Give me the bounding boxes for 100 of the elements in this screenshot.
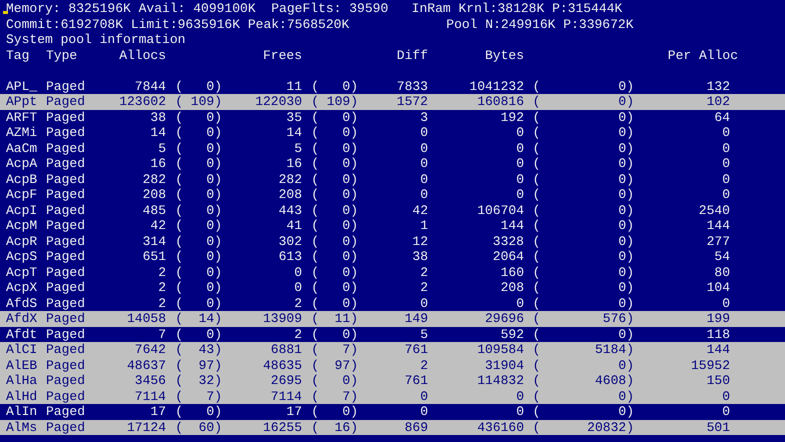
table-cell-text: 0 <box>293 280 302 296</box>
table-cell-text: 80 <box>713 264 730 280</box>
pool-status: Pool N:249916K P:339672K <box>446 16 634 32</box>
commit-status: Commit:6192708K Limit:9635916K Peak:7568520K <box>6 16 350 32</box>
table-cell-text: 5 <box>419 326 428 342</box>
table-cell-text: ( 60) <box>174 420 222 435</box>
table-cell-text: 132 <box>706 78 730 94</box>
table-cell-text: ( 0) <box>310 404 358 420</box>
table-cell-text: Paged <box>46 249 86 264</box>
table-cell-text: 0 <box>419 156 428 172</box>
table-cell-text: AZMi <box>6 125 38 140</box>
table-cell-text: ( 0) <box>532 94 634 110</box>
table-cell-text: Paged <box>46 78 86 94</box>
table-cell-text: 1 <box>419 218 428 234</box>
table-cell-text: 869 <box>404 420 428 435</box>
table-cell-text: ( 0) <box>174 110 222 125</box>
table-cell-text: 42 <box>149 218 166 234</box>
table-cell-text: 0 <box>419 388 428 404</box>
table-cell-text: ( 0) <box>532 156 634 172</box>
table-cell-text: ( 0) <box>174 296 222 311</box>
table-cell-text: APpt <box>6 94 38 110</box>
table-cell-text: 651 <box>142 249 166 264</box>
table-cell-text: 35 <box>285 110 302 125</box>
table-cell-text: 7844 <box>134 78 166 94</box>
table-cell-text: 0 <box>515 172 524 187</box>
table-cell-text: Paged <box>46 264 86 280</box>
table-cell-text: 0 <box>419 404 428 420</box>
table-cell-text: 106704 <box>476 202 524 218</box>
table-cell-text: 16 <box>149 156 166 172</box>
table-cell-text: 17 <box>285 404 302 420</box>
table-cell-text: AfdS <box>6 296 38 311</box>
table-cell-text: 208 <box>142 187 166 202</box>
table-cell-text: AlEB <box>6 358 38 373</box>
table-cell-text: Paged <box>46 234 86 249</box>
table-cell-text: ( 109) <box>310 94 358 110</box>
table-cell-text: Paged <box>46 94 86 110</box>
table-cell-text: 7642 <box>134 342 166 358</box>
table-cell-text: 0 <box>419 172 428 187</box>
column-header: Bytes <box>484 48 524 63</box>
cursor-icon <box>3 11 8 14</box>
table-cell-text: 17124 <box>126 420 166 435</box>
table-cell-text: Paged <box>46 202 86 218</box>
table-cell-text: ( 0) <box>532 280 634 296</box>
table-cell-text: AcpF <box>6 187 38 202</box>
table-cell-text: 64 <box>713 110 730 125</box>
table-cell-text: 149 <box>404 311 428 326</box>
table-cell-text: AcpT <box>6 264 38 280</box>
table-cell-text: 5 <box>157 140 166 156</box>
table-cell-text: AcpR <box>6 234 38 249</box>
table-cell-text: Paged <box>46 404 86 420</box>
table-cell-text: Afdt <box>6 326 38 342</box>
table-cell-text: Paged <box>46 187 86 202</box>
table-cell-text: 0 <box>419 125 428 140</box>
table-cell-text: 436160 <box>476 420 524 435</box>
table-cell-text: 0 <box>515 388 524 404</box>
table-cell-text: ( 0) <box>310 249 358 264</box>
table-cell-text: ( 0) <box>532 264 634 280</box>
table-cell-text: Paged <box>46 296 86 311</box>
table-cell-text: Paged <box>46 110 86 125</box>
table-cell-text: 0 <box>721 125 730 140</box>
table-cell-text: Paged <box>46 156 86 172</box>
table-cell-text: 2 <box>293 296 302 311</box>
table-cell-text: AaCm <box>6 140 38 156</box>
table-cell-text: AfdX <box>6 311 38 326</box>
table-cell-text: 15952 <box>690 358 730 373</box>
table-cell-text: ( 0) <box>532 218 634 234</box>
table-cell-text: 199 <box>706 311 730 326</box>
table-cell-text: ( 0) <box>174 218 222 234</box>
table-cell-text: 48637 <box>126 358 166 373</box>
table-cell-text: 7114 <box>134 388 166 404</box>
table-cell-text: 0 <box>721 187 730 202</box>
table-cell-text: AcpM <box>6 218 38 234</box>
table-cell-text: ( 0) <box>310 78 358 94</box>
table-cell-text: 11 <box>285 78 302 94</box>
table-cell-text: ( 0) <box>310 187 358 202</box>
table-cell-text: Paged <box>46 326 86 342</box>
table-cell-text: ( 0) <box>310 140 358 156</box>
table-cell-text: Paged <box>46 373 86 388</box>
table-cell-text: 31904 <box>484 358 524 373</box>
table-cell-text: 761 <box>404 373 428 388</box>
table-cell-text: 0 <box>721 156 730 172</box>
table-cell-text: ( 0) <box>532 187 634 202</box>
table-cell-text: 150 <box>706 373 730 388</box>
table-cell-text: ( 0) <box>532 140 634 156</box>
table-cell-text: 38 <box>411 249 428 264</box>
table-cell-text: 118 <box>706 326 730 342</box>
table-cell-text: 0 <box>721 296 730 311</box>
table-cell-text: 2 <box>419 280 428 296</box>
table-cell-text: 144 <box>706 342 730 358</box>
table-cell-text: ( 0) <box>532 326 634 342</box>
table-cell-text: 102 <box>706 94 730 110</box>
table-cell-text: 114832 <box>476 373 524 388</box>
table-cell-text: 5 <box>293 140 302 156</box>
table-cell-text: ( 0) <box>310 218 358 234</box>
table-cell-text: 277 <box>706 234 730 249</box>
table-cell-text: 0 <box>419 187 428 202</box>
table-cell-text: ( 5184) <box>532 342 634 358</box>
table-cell-text: 1041232 <box>468 78 524 94</box>
table-cell-text: 0 <box>515 125 524 140</box>
table-cell-text: ( 0) <box>174 187 222 202</box>
